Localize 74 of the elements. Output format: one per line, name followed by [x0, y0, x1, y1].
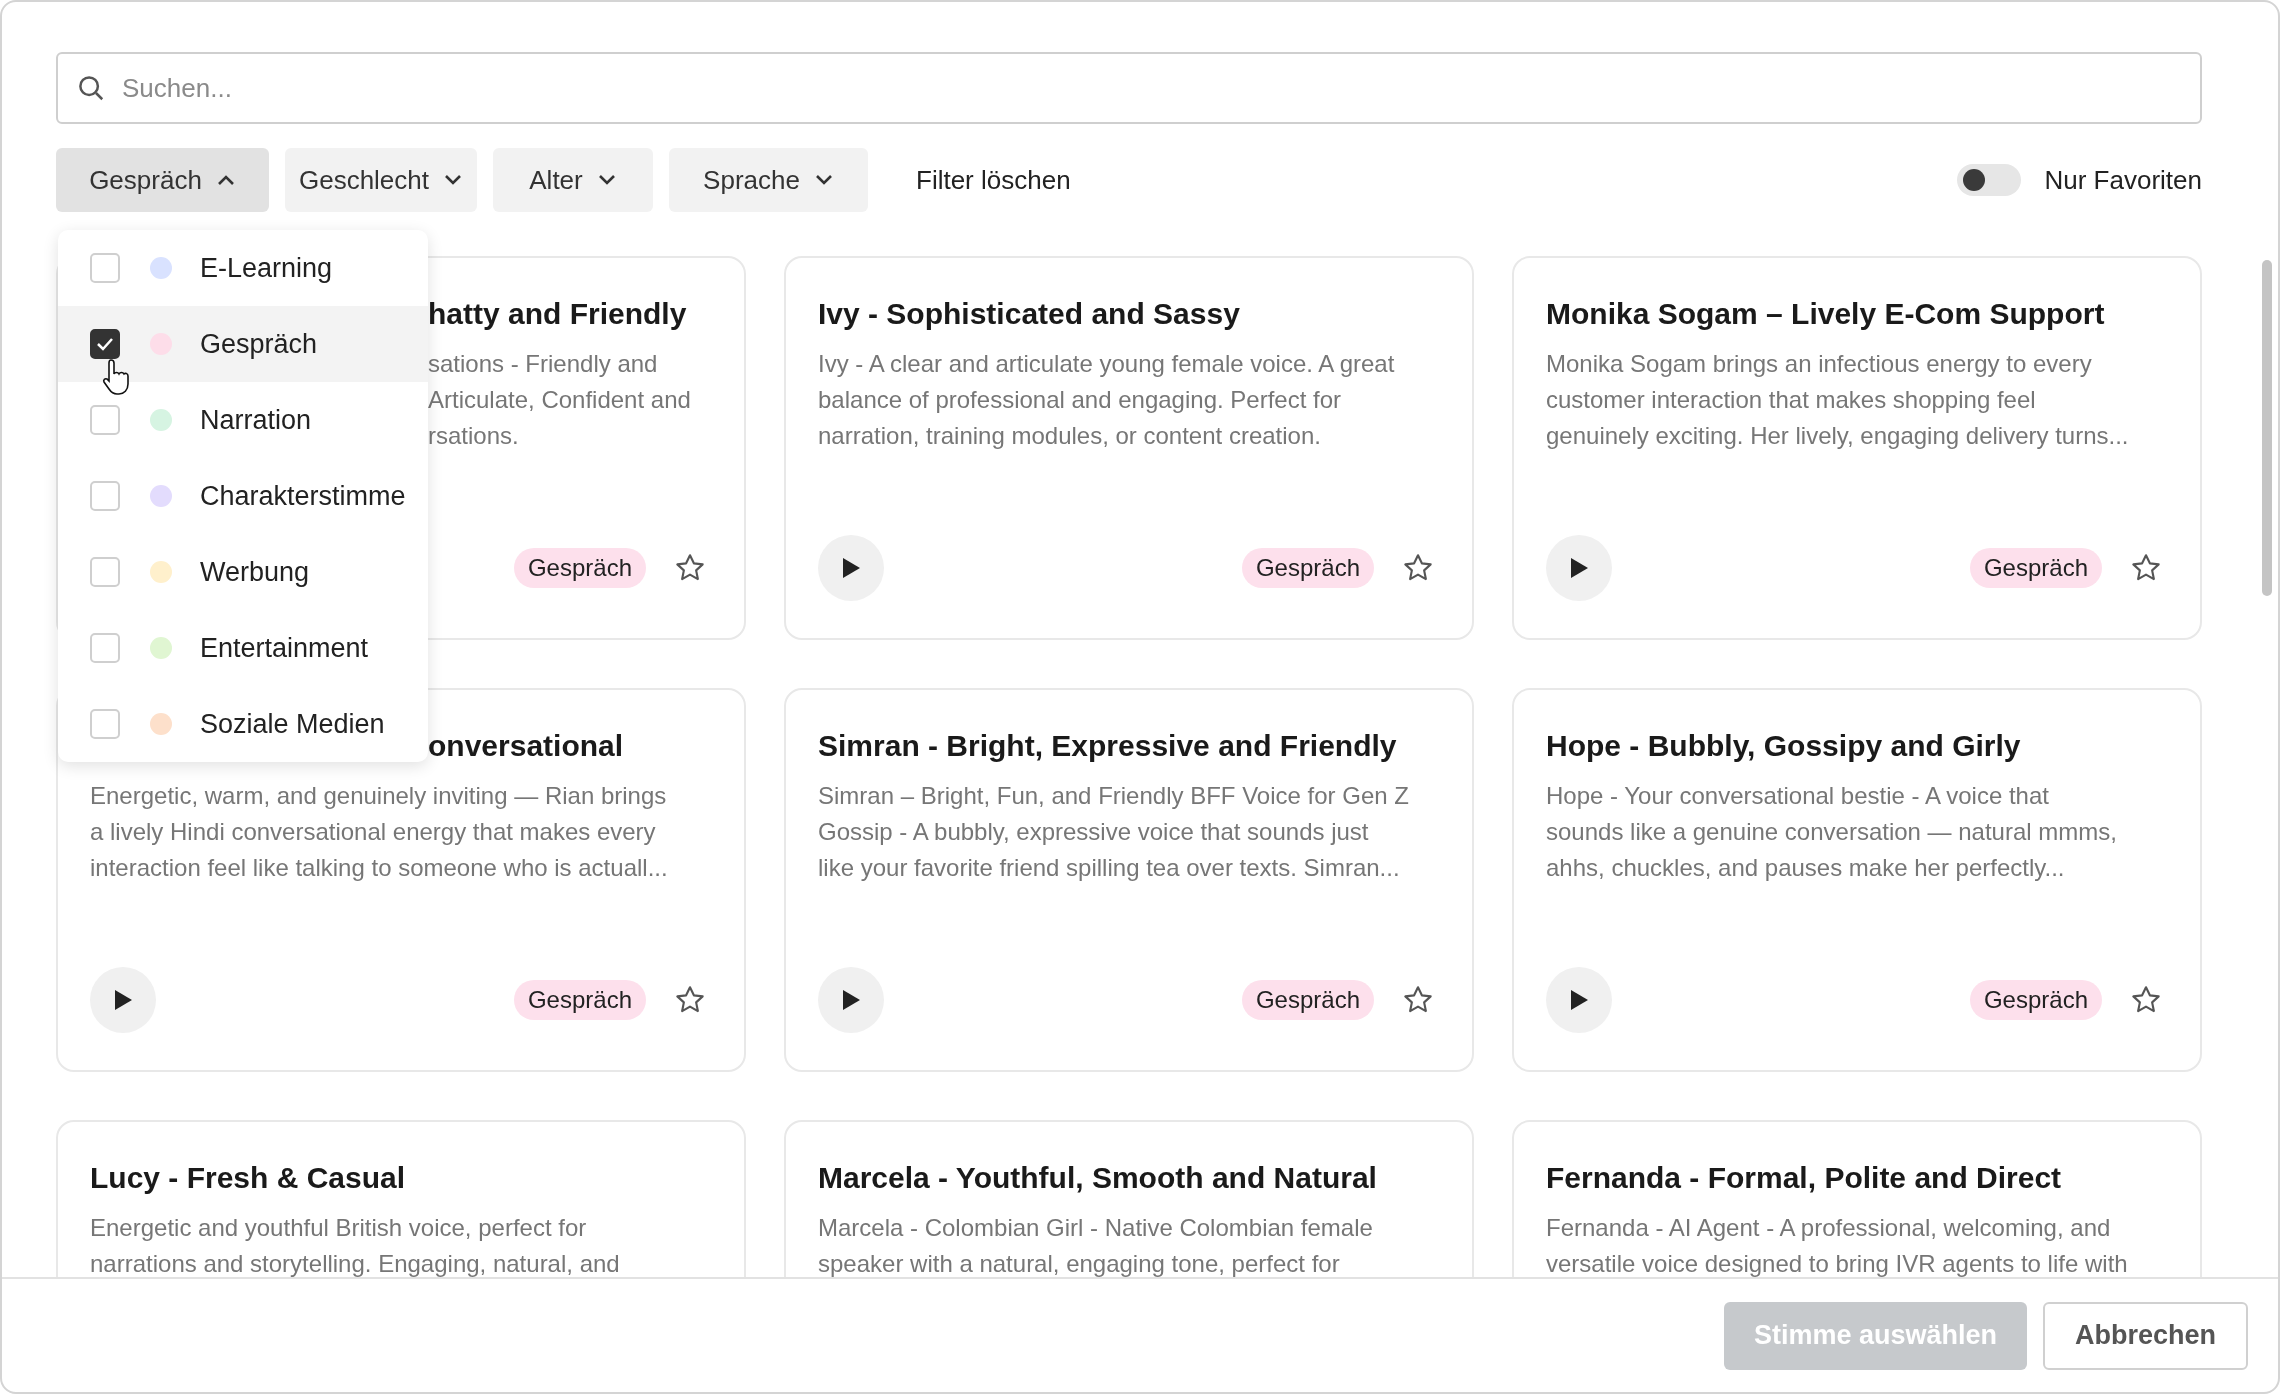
description-line: Articulate, Confident and — [428, 385, 691, 415]
filter-dropdown-button[interactable]: Alter — [493, 148, 653, 212]
chevron-down-icon — [813, 173, 834, 187]
menu-item[interactable]: E-Learning — [58, 230, 428, 306]
category-tag: Gespräch — [1969, 548, 2102, 588]
description-line: Energetic and youthful British voice, perfect for — [90, 1213, 588, 1243]
description-line: Hope - Your conversational bestie - A voice that — [1546, 781, 2050, 811]
checkbox[interactable] — [90, 329, 120, 359]
menu-item[interactable]: Narration — [58, 382, 428, 458]
description-line: Marcela - Colombian Girl - Native Colombian female — [818, 1213, 1373, 1243]
favorites-toggle[interactable] — [1956, 164, 2021, 196]
play-icon — [840, 556, 862, 580]
description-line: speaker with a natural, engaging tone, perfect for — [818, 1249, 1341, 1277]
category-tag: Gespräch — [513, 980, 646, 1020]
description-line: a lively Hindi conversational energy that makes every — [90, 817, 657, 847]
description-line: balance of professional and engaging. Perfect for — [818, 385, 1343, 415]
card-title: Simran - Bright, Expressive and Friendly — [818, 728, 1397, 764]
description-line: sations - Friendly and — [428, 349, 659, 379]
chevron-down-icon — [596, 173, 617, 187]
description-line: customer interaction that makes shopping feel — [1546, 385, 2037, 415]
cancel-button[interactable]: Abbrechen — [2042, 1301, 2248, 1370]
menu-item[interactable]: Entertainment — [58, 610, 428, 686]
search-icon — [76, 73, 106, 103]
description-line: Simran – Bright, Fun, and Friendly BFF Voice for Gen Z — [818, 781, 1409, 811]
description-line: sounds like a genuine conversation — natural mmms, — [1546, 817, 2117, 847]
description-line: genuinely exciting. Her lively, engaging delivery turns... — [1546, 421, 2129, 451]
description-line: Fernanda - AI Agent - A professional, welcoming, and — [1546, 1213, 2112, 1243]
play-icon — [1568, 556, 1590, 580]
category-tag: Gespräch — [1241, 980, 1374, 1020]
menu-item[interactable]: Soziale Medien — [58, 686, 428, 762]
description-line: versatile voice designed to bring IVR agents to life with — [1546, 1249, 2128, 1277]
search-field[interactable]: Suchen... — [56, 52, 2202, 124]
play-icon — [1568, 988, 1590, 1012]
card-title: Monika Sogam – Lively E-Com Support — [1546, 296, 2105, 332]
card-title: Ivy - Sophisticated and Sassy — [818, 296, 1240, 332]
menu-item[interactable]: Charakterstimme — [58, 458, 428, 534]
hand-cursor-icon — [102, 358, 132, 396]
description-line: narrations and storytelling. Engaging, natural, and — [90, 1249, 620, 1277]
filter-dropdown-button[interactable]: Gespräch — [56, 148, 269, 212]
voice-card[interactable]: Fernanda - Formal, Polite and Direct Fernanda - AI Agent - A professional, welcoming, and versatile voice designed to bring IVR agents to life with — [1512, 1120, 2202, 1277]
description-line: ahhs, chuckles, and pauses make her perfectly... — [1546, 853, 2066, 883]
voice-card[interactable]: Monika Sogam – Lively E-Com Support Monika Sogam brings an infectious energy to every customer interaction that makes shopping feel genuinely exciting. Her lively, engaging delivery turns... Gespräch — [1512, 256, 2202, 640]
voice-card[interactable]: Ivy - Sophisticated and Sassy Ivy - A clear and articulate young female voice. A great balance of professional and engaging. Perfect for narration, training modules, or content creation. Gespräch — [784, 256, 1474, 640]
card-title: Hope - Bubbly, Gossipy and Girly — [1546, 728, 2021, 764]
card-title: onversational — [428, 728, 624, 764]
description-line: Monika Sogam brings an infectious energy to every — [1546, 349, 2093, 379]
description-line: Energetic, warm, and genuinely inviting — Rian brings — [90, 781, 668, 811]
category-tag: Gespräch — [1969, 980, 2102, 1020]
voice-card[interactable]: Lucy - Fresh & Casual Energetic and youthful British voice, perfect for narrations and storytelling. Engaging, natural, and — [56, 1120, 746, 1277]
description-line: like your favorite friend spilling tea over texts. Simran... — [818, 853, 1401, 883]
toggle-label: Nur Favoriten — [2044, 163, 2202, 197]
clear-filters-link[interactable]: Filter löschen — [916, 160, 1071, 200]
category-tag: Gespräch — [513, 548, 646, 588]
description-line: interaction feel like talking to someone who is actuall... — [90, 853, 668, 883]
play-icon — [840, 988, 862, 1012]
filter-dropdown-button[interactable]: Sprache — [669, 148, 868, 212]
voice-card[interactable]: Hope - Bubbly, Gossipy and Girly Hope - Your conversational bestie - A voice that sounds like a genuine conversation — natural mmms, ahhs, chuckles, and pauses make her perfectly... Gespräch — [1512, 688, 2202, 1072]
description-line: Ivy - A clear and articulate young female voice. A great — [818, 349, 1395, 379]
voice-card[interactable]: Marcela - Youthful, Smooth and Natural Marcela - Colombian Girl - Native Colombian female speaker with a natural, engaging tone, perfect for — [784, 1120, 1474, 1277]
filter-dropdown-button[interactable]: Geschlecht — [285, 148, 477, 212]
card-title: Lucy - Fresh & Casual — [90, 1160, 406, 1196]
card-title: Fernanda - Formal, Polite and Direct — [1546, 1160, 2062, 1196]
chevron-down-icon — [443, 173, 464, 187]
description-line: narration, training modules, or content creation. — [818, 421, 1322, 451]
card-title: Marcela - Youthful, Smooth and Natural — [818, 1160, 1377, 1196]
category-tag: Gespräch — [1241, 548, 1374, 588]
search-input[interactable]: Suchen... — [122, 68, 2182, 108]
checkmark-icon — [95, 336, 115, 352]
description-line: rsations. — [428, 421, 520, 451]
card-title: hatty and Friendly — [428, 296, 687, 332]
description-line: Gossip - A bubbly, expressive voice that sounds just — [818, 817, 1370, 847]
voice-card[interactable] — [784, 688, 1474, 1072]
menu-item[interactable]: Werbung — [58, 534, 428, 610]
play-icon — [112, 988, 134, 1012]
